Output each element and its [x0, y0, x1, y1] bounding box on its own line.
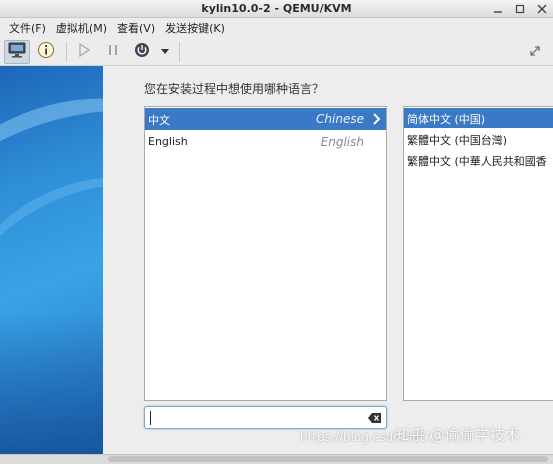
installer-sidebar — [0, 66, 103, 454]
info-icon — [37, 41, 55, 62]
language-list[interactable]: 中文 Chinese English English — [144, 106, 387, 401]
shutdown-button[interactable] — [129, 40, 155, 64]
language-search-input[interactable] — [148, 409, 358, 426]
close-icon[interactable] — [535, 2, 549, 16]
locale-label: 简体中文 (中国) — [407, 113, 486, 126]
locale-list[interactable]: 简体中文 (中国) 繁體中文 (中国台灣) 繁體中文 (中華人民共和國香 — [403, 106, 553, 401]
chevron-right-icon — [371, 111, 383, 127]
dropdown-arrow-icon — [161, 45, 169, 58]
language-question: 您在安装过程中想使用哪种语言？ — [144, 82, 325, 96]
window-title: kylin10.0-2 - QEMU/KVM — [201, 2, 352, 15]
fullscreen-button[interactable] — [525, 42, 545, 62]
window-controls — [491, 2, 549, 16]
horizontal-scrollbar[interactable] — [108, 456, 548, 462]
sidebar-shade — [0, 314, 103, 454]
details-button[interactable] — [33, 40, 59, 64]
toolbar-separator — [66, 41, 67, 62]
toolbar — [0, 38, 553, 66]
vm-display[interactable]: 您在安装过程中想使用哪种语言？ 中文 Chinese English Engli… — [0, 66, 553, 454]
console-button[interactable] — [4, 39, 30, 64]
run-button[interactable] — [71, 40, 97, 64]
language-search-box[interactable] — [144, 406, 387, 429]
pause-icon — [106, 43, 120, 60]
watermark-zhihu: 知乎 @偷偷学技术 — [395, 426, 520, 444]
play-icon — [77, 42, 91, 60]
locale-row[interactable]: 繁體中文 (中華人民共和國香 — [404, 150, 553, 170]
minimize-icon[interactable] — [491, 2, 505, 16]
window-titlebar[interactable]: kylin10.0-2 - QEMU/KVM — [0, 0, 553, 18]
locale-label: 繁體中文 (中国台灣) — [407, 134, 508, 147]
language-row-chinese[interactable]: 中文 Chinese — [145, 108, 386, 130]
language-english-name: Chinese — [316, 112, 364, 126]
clear-icon[interactable] — [368, 411, 382, 425]
power-icon — [134, 42, 150, 61]
text-caret — [150, 411, 151, 425]
menu-view[interactable]: 查看(V) — [112, 20, 160, 36]
maximize-icon[interactable] — [513, 2, 527, 16]
language-english-name: English — [320, 135, 364, 149]
language-native-name: 中文 — [148, 114, 170, 127]
menu-vm[interactable]: 虚拟机(M) — [51, 20, 112, 36]
menu-send-key[interactable]: 发送按键(K) — [160, 20, 230, 36]
language-native-name: English — [148, 135, 188, 148]
menu-file[interactable]: 文件(F) — [4, 20, 51, 36]
language-row-english[interactable]: English English — [145, 131, 386, 153]
locale-label: 繁體中文 (中華人民共和國香 — [407, 155, 547, 168]
locale-row[interactable]: 简体中文 (中国) — [404, 108, 553, 128]
monitor-icon — [8, 42, 26, 61]
menubar: 文件(F) 虚拟机(M) 查看(V) 发送按键(K) — [0, 18, 553, 38]
toolbar-separator — [179, 41, 180, 62]
pause-button[interactable] — [100, 40, 126, 64]
locale-row[interactable]: 繁體中文 (中国台灣) — [404, 129, 553, 149]
shutdown-menu-button[interactable] — [158, 40, 172, 64]
resize-icon — [528, 44, 542, 61]
